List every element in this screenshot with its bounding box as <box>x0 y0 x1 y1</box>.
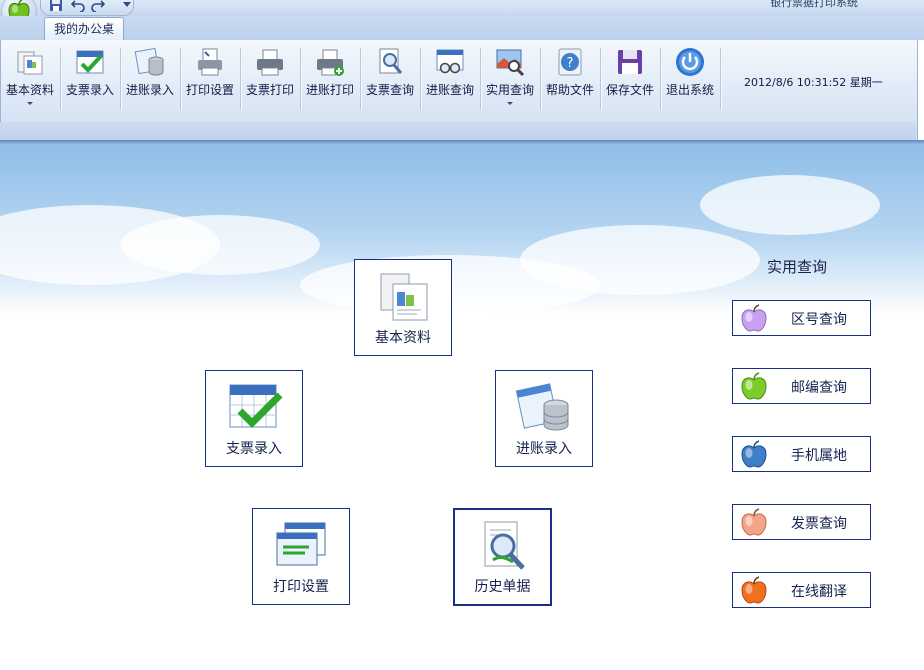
window-glasses-icon <box>436 49 464 74</box>
apple-icon <box>741 508 767 536</box>
ribbon-tab-row <box>0 16 924 40</box>
printer-add-icon <box>317 49 344 76</box>
undo-icon[interactable] <box>71 0 85 12</box>
deposit-query-label: 进账查询 <box>425 83 474 97</box>
tile-check-entry[interactable]: 支票录入 <box>205 370 303 467</box>
mobile-location-label: 手机属地 <box>791 448 847 464</box>
tile-label: 打印设置 <box>273 579 329 595</box>
area-code-query-label: 区号查询 <box>791 312 847 328</box>
tile-history-records[interactable]: 历史单据 <box>453 508 552 606</box>
printer-icon <box>257 49 283 76</box>
basic-info-label: 基本资料 <box>5 83 54 97</box>
apple-icon <box>741 372 767 400</box>
print-settings-button[interactable]: 打印设置 <box>182 44 238 116</box>
mobile-location-button[interactable]: 手机属地 <box>732 436 871 472</box>
database-sheet-icon <box>134 47 164 76</box>
documents-icon <box>17 51 43 75</box>
tile-label: 历史单据 <box>474 579 531 595</box>
deposit-print-button[interactable]: 进账打印 <box>302 44 358 116</box>
exit-system-label: 退出系统 <box>665 83 714 97</box>
datetime-display: 2012/8/6 10:31:52 星期一 <box>744 76 883 89</box>
windows-stack-icon <box>276 522 326 566</box>
utility-query-label: 实用查询 <box>485 83 534 97</box>
check-query-label: 支票查询 <box>365 83 414 97</box>
check-print-button[interactable]: 支票打印 <box>242 44 298 116</box>
basic-info-button[interactable]: 基本资料 <box>2 44 58 116</box>
check-query-button[interactable]: 支票查询 <box>362 44 418 116</box>
document-search-icon <box>379 48 403 74</box>
floppy-disk-icon <box>618 50 642 74</box>
tab-my-desk[interactable]: 我的办公桌 <box>44 17 124 41</box>
help-icon: ? <box>558 48 582 76</box>
online-translate-label: 在线翻译 <box>791 584 847 600</box>
print-settings-label: 打印设置 <box>185 83 234 97</box>
ribbon-footer <box>0 122 916 140</box>
checkmark-form-icon <box>76 50 104 74</box>
postcode-query-button[interactable]: 邮编查询 <box>732 368 871 404</box>
apple-icon <box>741 304 767 332</box>
quick-access-toolbar <box>40 0 134 16</box>
exit-system-button[interactable]: 退出系统 <box>662 44 718 116</box>
calendar-check-icon <box>229 384 283 428</box>
redo-icon[interactable] <box>91 0 105 12</box>
deposit-entry-label: 进账录入 <box>125 83 174 97</box>
chevron-down-icon <box>507 102 513 105</box>
printer-settings-icon <box>198 48 222 76</box>
invoice-query-label: 发票查询 <box>791 516 847 532</box>
check-print-label: 支票打印 <box>245 83 294 97</box>
invoice-query-button[interactable]: 发票查询 <box>732 504 871 540</box>
chevron-down-icon <box>27 102 33 105</box>
sky-background <box>0 145 924 315</box>
tile-label: 基本资料 <box>375 330 431 346</box>
separator <box>720 48 722 110</box>
help-file-button[interactable]: ? 帮助文件 <box>542 44 598 116</box>
postcode-query-label: 邮编查询 <box>791 380 847 396</box>
documents-icon <box>380 273 428 321</box>
utility-query-title: 实用查询 <box>767 258 828 276</box>
tile-deposit-entry[interactable]: 进账录入 <box>495 370 593 467</box>
tile-basic-info[interactable]: 基本资料 <box>354 259 452 356</box>
apple-icon <box>741 440 767 468</box>
area-code-query-button[interactable]: 区号查询 <box>732 300 871 336</box>
deposit-entry-button[interactable]: 进账录入 <box>122 44 178 116</box>
svg-text:?: ? <box>567 56 574 71</box>
document-magnifier-icon <box>484 521 525 570</box>
save-icon[interactable] <box>49 0 63 12</box>
online-translate-button[interactable]: 在线翻译 <box>732 572 871 608</box>
window-title: 银行票据打印系统 <box>770 0 858 9</box>
deposit-query-button[interactable]: 进账查询 <box>422 44 478 116</box>
deposit-print-label: 进账打印 <box>305 83 354 97</box>
image-search-icon <box>496 49 525 77</box>
database-sheet-icon <box>515 383 569 431</box>
help-file-label: 帮助文件 <box>545 83 594 97</box>
apple-icon <box>741 576 767 604</box>
save-file-label: 保存文件 <box>605 83 654 97</box>
tile-label: 进账录入 <box>516 441 572 457</box>
check-entry-label: 支票录入 <box>65 83 114 97</box>
utility-query-button[interactable]: 实用查询 <box>482 44 538 116</box>
power-icon <box>676 48 704 76</box>
save-file-button[interactable]: 保存文件 <box>602 44 658 116</box>
customize-dropdown-icon[interactable] <box>123 2 131 8</box>
check-entry-button[interactable]: 支票录入 <box>62 44 118 116</box>
tile-label: 支票录入 <box>226 441 282 457</box>
tile-print-settings[interactable]: 打印设置 <box>252 508 350 605</box>
